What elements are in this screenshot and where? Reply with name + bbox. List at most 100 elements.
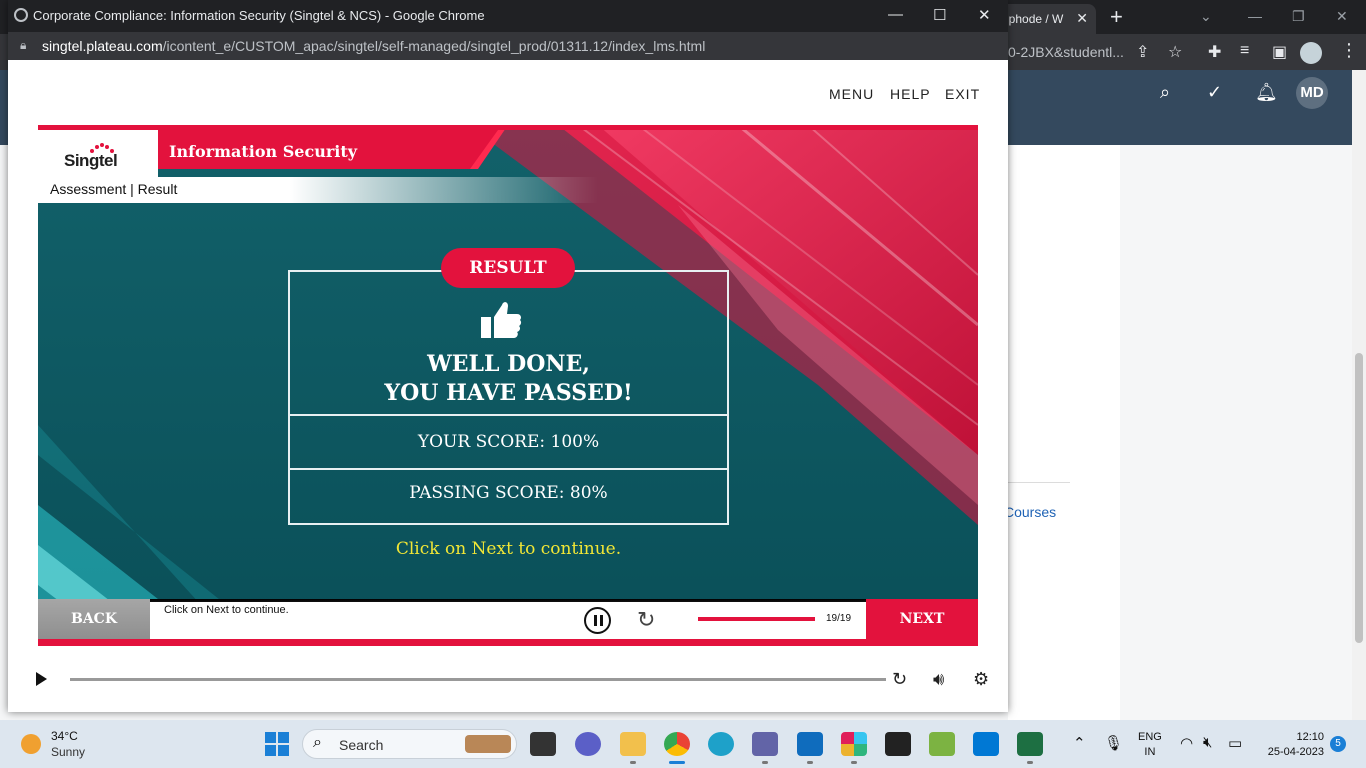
menu-link[interactable]: MENU <box>829 86 874 102</box>
slack-icon[interactable] <box>841 732 867 756</box>
language-code: ENG <box>1138 731 1162 743</box>
language-indicator[interactable]: ENG IN <box>1138 730 1162 760</box>
system-clock[interactable]: 12:10 25-04-2023 <box>1262 730 1324 760</box>
page-counter: 19/19 <box>826 613 852 624</box>
background-tab-title: iphode / W <box>1006 12 1064 26</box>
replay-icon[interactable]: ↻ <box>637 607 655 633</box>
sticky-notes-icon[interactable] <box>885 732 911 756</box>
close-tab-icon[interactable]: ✕ <box>1076 10 1088 27</box>
outlook-icon[interactable] <box>797 732 823 756</box>
popup-title-bar: Corporate Compliance: Information Securi… <box>8 0 1008 32</box>
singtel-logo: Singtel <box>38 130 158 177</box>
search-label: Search <box>339 737 384 753</box>
background-url[interactable]: 0-2JBX&studentl... <box>1008 44 1124 60</box>
lock-icon: 🔒︎ <box>20 38 27 52</box>
volume-icon[interactable]: 🔊︎ <box>933 669 944 690</box>
clock-date: 25-04-2023 <box>1267 746 1324 758</box>
bookmark-star-icon[interactable]: ☆ <box>1168 42 1182 62</box>
running-indicator <box>851 761 857 764</box>
close-window-icon[interactable]: ✕ <box>1336 8 1348 25</box>
chrome-icon[interactable] <box>664 732 690 756</box>
video-seek-bar[interactable] <box>70 678 886 681</box>
course-stage: Singtel Information Security Assessment … <box>38 125 978 646</box>
settings-gear-icon[interactable]: ⚙ <box>973 669 989 690</box>
file-explorer-icon[interactable] <box>620 732 646 756</box>
background-card <box>1008 145 1120 720</box>
running-indicator <box>807 761 813 764</box>
popup-url[interactable]: singtel.plateau.com/icontent_e/CUSTOM_ap… <box>42 38 705 54</box>
battery-icon[interactable]: ▭ <box>1228 734 1242 752</box>
media-icon[interactable]: ≡ <box>1240 42 1249 60</box>
search-icon: ⌕ <box>313 734 322 751</box>
weather-condition[interactable]: Sunny <box>51 745 85 759</box>
course-popup-window: Corporate Compliance: Information Securi… <box>8 0 1008 712</box>
breadcrumb: Assessment | Result <box>50 181 178 197</box>
maximize-icon[interactable]: ☐ <box>933 6 946 24</box>
active-indicator <box>669 761 685 764</box>
popup-window-title: Corporate Compliance: Information Securi… <box>33 8 485 23</box>
help-link[interactable]: HELP <box>890 86 931 102</box>
extensions-icon[interactable]: ✚ <box>1208 42 1221 62</box>
search-icon[interactable]: ⌕ <box>1160 82 1170 103</box>
chevron-down-icon[interactable]: ⌄ <box>1200 8 1212 25</box>
teams-icon[interactable] <box>752 732 778 756</box>
teams-chat-icon[interactable] <box>575 732 601 756</box>
reload-icon[interactable]: ↻ <box>892 669 907 690</box>
running-indicator <box>630 761 636 764</box>
pause-icon[interactable] <box>584 607 611 634</box>
weather-sun-icon[interactable] <box>21 734 41 754</box>
thumbs-up-icon <box>481 302 522 338</box>
result-divider <box>288 414 729 416</box>
minimize-icon[interactable]: — <box>888 6 903 23</box>
popup-address-bar[interactable]: 🔒︎ singtel.plateau.com/icontent_e/CUSTOM… <box>8 32 1008 60</box>
course-progress-bar <box>698 617 815 621</box>
speaker-muted-icon[interactable]: 🔇︎ <box>1203 734 1212 751</box>
exit-link[interactable]: EXIT <box>945 86 980 102</box>
passing-score: PASSING SCORE: 80% <box>409 483 608 503</box>
pass-headline: WELL DONE, YOU HAVE PASSED! <box>288 350 729 408</box>
task-view-icon[interactable] <box>530 732 556 756</box>
notification-badge[interactable]: 5 <box>1330 736 1346 752</box>
user-avatar[interactable]: MD <box>1296 77 1328 109</box>
running-indicator <box>762 761 768 764</box>
course-title: Information Security <box>169 142 358 161</box>
clock-time: 12:10 <box>1296 731 1324 743</box>
restore-icon[interactable]: ❐ <box>1292 8 1305 25</box>
windows-start-icon[interactable] <box>265 732 289 756</box>
taskbar-search[interactable]: ⌕ Search <box>302 729 517 759</box>
globe-icon <box>14 8 28 22</box>
background-tab[interactable]: iphode / W ✕ <box>1000 4 1096 34</box>
bell-icon[interactable]: 🔔︎ <box>1255 82 1278 103</box>
minimize-icon[interactable]: — <box>1248 8 1262 24</box>
running-indicator <box>1027 761 1033 764</box>
close-icon[interactable]: ✕ <box>978 6 991 24</box>
side-panel-icon[interactable]: ▣ <box>1272 42 1287 62</box>
url-path: /icontent_e/CUSTOM_apac/singtel/self-man… <box>162 38 706 54</box>
divider <box>1008 482 1070 483</box>
your-score: YOUR SCORE: 100% <box>417 432 600 452</box>
brand-bar <box>38 125 978 130</box>
url-domain: singtel.plateau.com <box>42 38 163 54</box>
check-circle-icon[interactable]: ✓ <box>1207 82 1222 103</box>
vscode-icon[interactable] <box>973 732 999 756</box>
wifi-icon[interactable]: ◠ <box>1180 734 1193 752</box>
logo-text: Singtel <box>64 151 118 170</box>
scrollbar-thumb[interactable] <box>1355 353 1363 643</box>
share-icon[interactable]: ⇪ <box>1136 42 1149 62</box>
edge-icon[interactable] <box>708 732 734 756</box>
notepad-icon[interactable] <box>929 732 955 756</box>
courses-link[interactable]: Courses <box>1004 504 1056 520</box>
continue-instruction: Click on Next to continue. <box>395 539 622 559</box>
play-icon[interactable] <box>36 672 47 686</box>
profile-avatar[interactable] <box>1300 42 1322 64</box>
result-badge: RESULT <box>441 248 575 288</box>
microphone-icon[interactable]: 🎙︎ <box>1104 734 1123 752</box>
nav-instruction: Click on Next to continue. <box>164 604 289 616</box>
excel-icon[interactable] <box>1017 732 1043 756</box>
course-progress-fill <box>698 617 815 621</box>
chevron-up-icon[interactable]: ⌃ <box>1073 734 1086 752</box>
search-highlight-icon <box>465 735 511 753</box>
weather-temperature[interactable]: 34°C <box>51 729 78 743</box>
new-tab-icon[interactable]: + <box>1110 4 1123 30</box>
browser-menu-icon[interactable]: ⋮ <box>1340 40 1358 61</box>
